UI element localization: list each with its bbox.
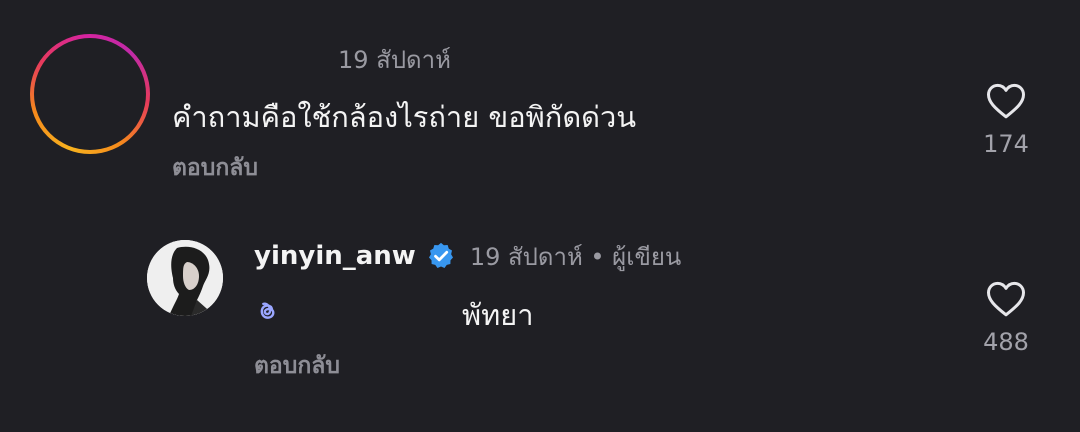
- reply-text: พัทยา: [462, 298, 534, 332]
- commenter-avatar[interactable]: [30, 34, 150, 154]
- comment-timestamp: 19 สัปดาห์: [338, 46, 451, 74]
- verified-badge-icon: [428, 242, 453, 268]
- threads-icon[interactable]: [254, 298, 280, 324]
- reply-meta: 19 สัปดาห์ • ผู้เขียน: [469, 242, 682, 271]
- comment-text: คำถามคือใช้กล้องไรถ่าย ขอพิกัดด่วน: [172, 100, 637, 134]
- like-count: 174: [983, 130, 1029, 158]
- author-avatar[interactable]: [147, 240, 223, 316]
- comment-like[interactable]: 174: [966, 82, 1046, 158]
- avatar-placeholder: [34, 38, 146, 150]
- like-count: 488: [983, 328, 1029, 356]
- author-username[interactable]: yinyin_anw: [254, 241, 416, 271]
- reply-button[interactable]: ตอบกลับ: [172, 150, 258, 186]
- reply-like[interactable]: 488: [966, 280, 1046, 356]
- reply-button[interactable]: ตอบกลับ: [254, 348, 340, 384]
- heart-icon[interactable]: [986, 280, 1026, 318]
- reply-header: yinyin_anw 19 สัปดาห์ • ผู้เขียน: [254, 238, 681, 274]
- heart-icon[interactable]: [986, 82, 1026, 120]
- profile-photo: [147, 240, 223, 316]
